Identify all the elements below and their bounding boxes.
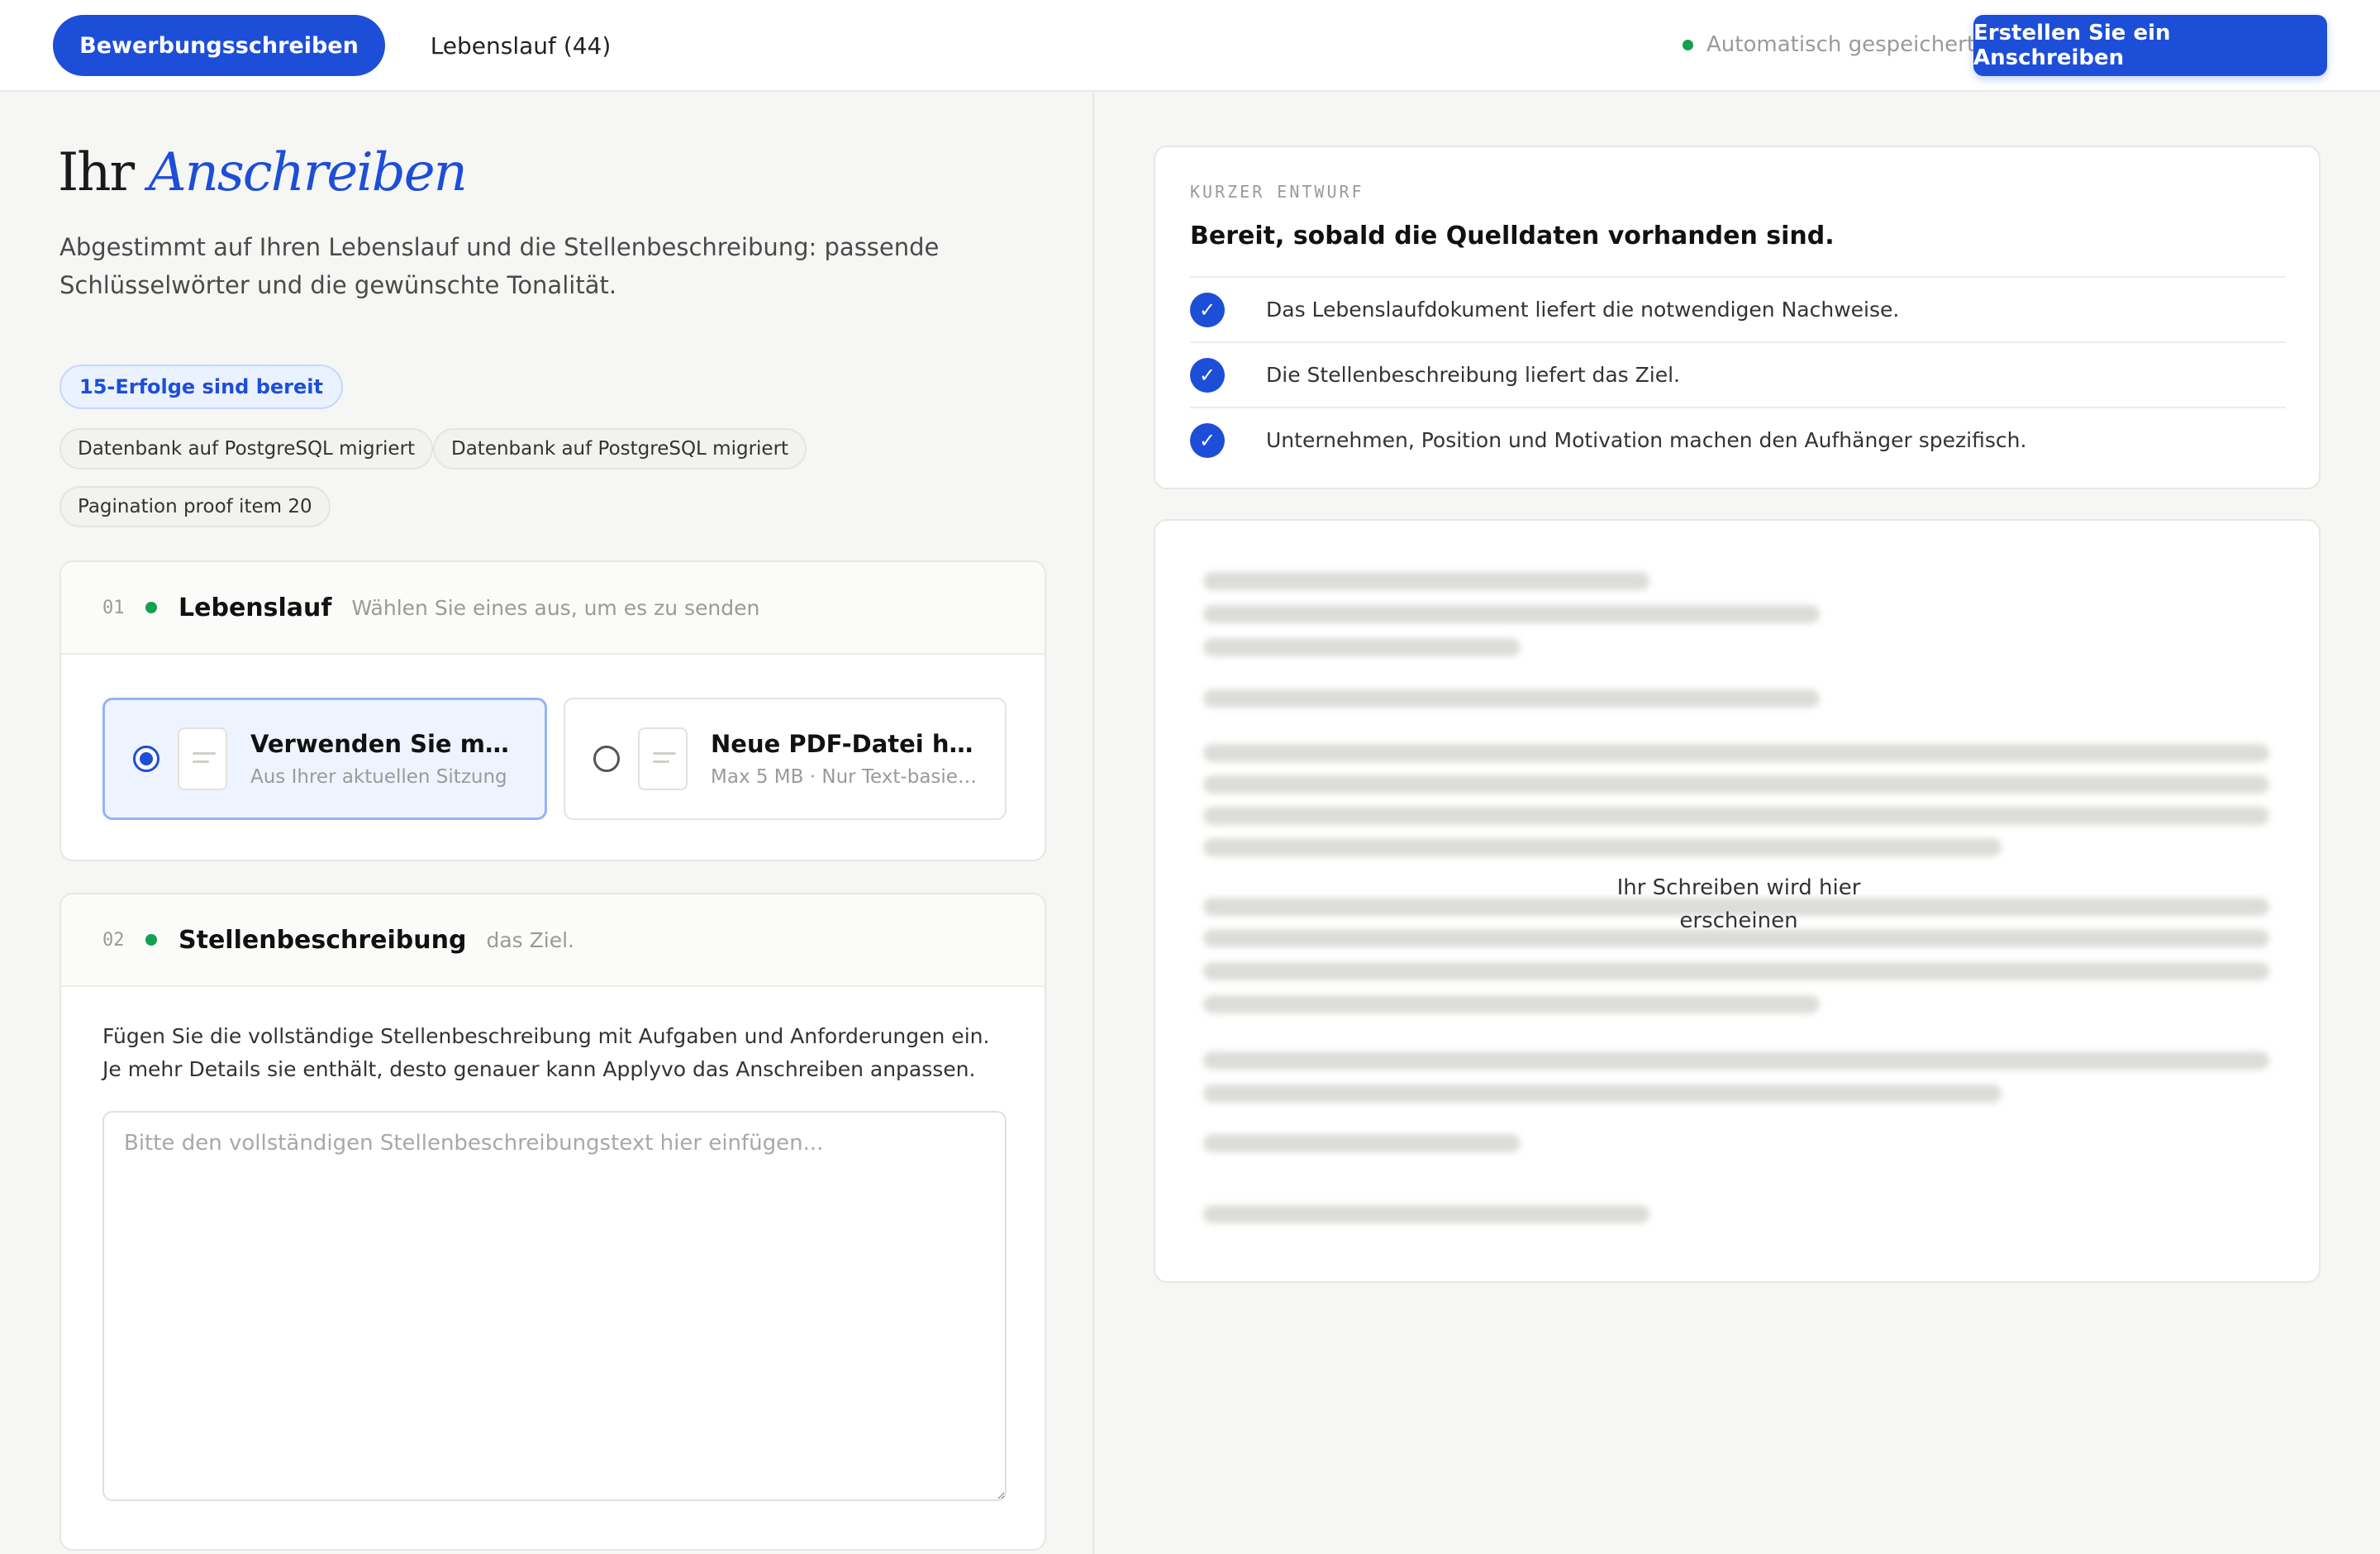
- preview-message-line: Ihr Schreiben wird hier: [1616, 875, 1861, 900]
- draft-heading: Bereit, sobald die Quelldaten vorhanden …: [1190, 222, 1835, 250]
- section-number: 02: [102, 929, 125, 951]
- checklist-text: Das Lebenslaufdokument liefert die notwe…: [1266, 298, 1900, 322]
- achievement-chip[interactable]: Datenbank auf PostgreSQL migriert: [60, 428, 434, 470]
- resume-section-header: 01 Lebenslauf Wählen Sie eines aus, um e…: [61, 562, 1045, 655]
- job-description-card: 02 Stellenbeschreibung das Ziel. Fügen S…: [60, 893, 1046, 1551]
- option-subtitle: Max 5 MB · Nur Text-basierte PDF: [711, 766, 983, 788]
- resume-option-current-cv[interactable]: Verwenden Sie mein CV Aus Ihrer aktuelle…: [102, 698, 547, 820]
- radio-selected-icon[interactable]: [133, 746, 159, 772]
- checkmark-icon: ✓: [1190, 357, 1225, 393]
- draft-label: KURZER ENTWURF: [1190, 182, 1364, 202]
- placeholder-line: [1203, 638, 1521, 656]
- job-description-instructions: Fügen Sie die vollständige Stellenbeschr…: [102, 1024, 990, 1081]
- tab-cover-letter[interactable]: Bewerbungsschreiben: [53, 15, 385, 76]
- option-title: Neue PDF-Datei hochladen: [711, 730, 983, 758]
- placeholder-line: [1203, 1205, 1649, 1223]
- short-draft-card: KURZER ENTWURF Bereit, sobald die Quelld…: [1154, 145, 2320, 489]
- status-dot-icon: [145, 602, 157, 613]
- placeholder-line: [1203, 1134, 1521, 1152]
- achievements-ready-chip[interactable]: 15-Erfolge sind bereit: [60, 365, 343, 409]
- placeholder-line: [1203, 807, 2269, 825]
- placeholder-line: [1203, 1084, 2002, 1103]
- checklist-item: ✓ Die Stellenbeschreibung liefert das Zi…: [1190, 341, 2286, 407]
- placeholder-line: [1203, 995, 1820, 1013]
- placeholder-line: [1203, 775, 2269, 794]
- placeholder-line: [1203, 1051, 2269, 1070]
- autosave-label: Automatisch gespeichert: [1706, 32, 1976, 57]
- section-number: 01: [102, 597, 125, 618]
- pane-divider: [1092, 92, 1094, 1554]
- job-description-input[interactable]: [102, 1111, 1007, 1501]
- section-title: Stellenbeschreibung: [178, 925, 467, 955]
- section-title: Lebenslauf: [178, 593, 332, 622]
- placeholder-line: [1203, 572, 1649, 590]
- page-title-plain: Ihr: [58, 142, 135, 203]
- tab-resume[interactable]: Lebenslauf (44): [405, 15, 636, 76]
- page-title-accent: Anschreiben: [148, 142, 467, 203]
- achievement-chip[interactable]: Datenbank auf PostgreSQL migriert: [433, 428, 807, 470]
- letter-preview-card: Ihr Schreiben wird hier erscheinen: [1154, 519, 2320, 1283]
- status-dot-icon: [1683, 39, 1693, 50]
- option-title: Verwenden Sie mein CV: [250, 730, 523, 758]
- resume-option-upload-pdf[interactable]: Neue PDF-Datei hochladen Max 5 MB · Nur …: [564, 698, 1007, 820]
- checklist-text: Unternehmen, Position und Motivation mac…: [1266, 428, 2027, 452]
- placeholder-line: [1203, 962, 2269, 980]
- achievement-chip[interactable]: Pagination proof item 20: [60, 486, 331, 527]
- placeholder-line: [1203, 605, 1820, 623]
- placeholder-line: [1203, 689, 1820, 708]
- document-icon: [638, 727, 688, 790]
- autosave-status: Automatisch gespeichert: [1683, 28, 1975, 61]
- checklist-item: ✓ Unternehmen, Position und Motivation m…: [1190, 407, 2286, 472]
- checkmark-icon: ✓: [1190, 292, 1225, 327]
- radio-unselected-icon[interactable]: [593, 746, 620, 772]
- checkmark-icon: ✓: [1190, 422, 1225, 458]
- status-dot-icon: [145, 934, 157, 946]
- resume-section-card: 01 Lebenslauf Wählen Sie eines aus, um e…: [60, 560, 1046, 861]
- job-description-header: 02 Stellenbeschreibung das Ziel.: [61, 894, 1045, 987]
- section-hint: das Ziel.: [486, 927, 574, 952]
- placeholder-line: [1203, 838, 2002, 856]
- preview-message-line: erscheinen: [1679, 908, 1798, 933]
- page-title: Ihr Anschreiben: [58, 142, 468, 208]
- preview-empty-message: Ihr Schreiben wird hier erscheinen: [1155, 871, 2319, 937]
- checklist-text: Die Stellenbeschreibung liefert das Ziel…: [1266, 363, 1680, 387]
- option-subtitle: Aus Ihrer aktuellen Sitzung: [250, 766, 507, 788]
- create-cover-letter-button[interactable]: Erstellen Sie ein Anschreiben: [1973, 15, 2327, 76]
- placeholder-line: [1203, 744, 2269, 762]
- checklist-item: ✓ Das Lebenslaufdokument liefert die not…: [1190, 276, 2286, 341]
- top-bar: Bewerbungsschreiben Lebenslauf (44) Auto…: [0, 0, 2380, 92]
- section-hint: Wählen Sie eines aus, um es zu senden: [351, 595, 760, 620]
- page-subtitle: Abgestimmt auf Ihren Lebenslauf und die …: [60, 233, 940, 299]
- document-icon: [178, 727, 227, 790]
